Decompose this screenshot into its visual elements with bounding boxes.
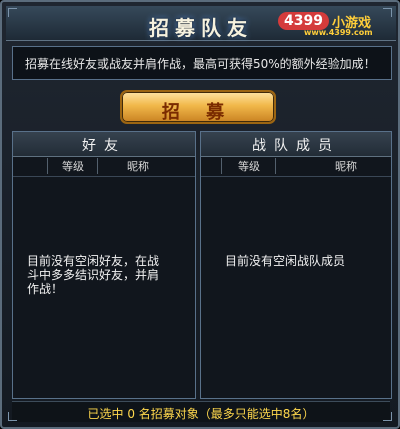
team-header: 等级 昵称	[201, 156, 391, 177]
corner-ornament	[383, 8, 392, 17]
intro-box: 招募在线好友或战友并肩作战，最高可获得50%的额外经验加成！	[12, 46, 392, 80]
team-tab[interactable]: 战队成员	[201, 132, 391, 157]
team-panel: 战队成员 等级 昵称 目前没有空闲战队成员	[200, 131, 392, 399]
corner-ornament	[8, 8, 17, 17]
intro-text: 招募在线好友或战友并肩作战，最高可获得50%的额外经验加成！	[25, 57, 376, 71]
recruit-button-label: 招 募	[161, 102, 235, 123]
team-col-nickname: 昵称	[335, 160, 357, 173]
selection-footer: 已选中 0 名招募对象（最多只能选中8名）	[12, 401, 390, 422]
friends-tab-title: 好友	[82, 138, 126, 154]
header-separator	[275, 158, 276, 174]
team-empty-message: 目前没有空闲战队成员	[225, 254, 346, 268]
selection-count-text: 已选中 0 名招募对象（最多只能选中8名）	[87, 407, 315, 421]
team-col-level: 等级	[238, 160, 260, 173]
team-tab-title: 战队成员	[252, 138, 340, 154]
recruit-button[interactable]: 招 募	[120, 90, 276, 124]
corner-ornament	[8, 412, 17, 421]
friends-header: 等级 昵称	[13, 156, 195, 177]
friends-panel: 好友 等级 昵称 目前没有空闲好友，在战斗中多多结识好友，并肩作战！	[12, 131, 196, 399]
corner-ornament	[383, 412, 392, 421]
friends-col-nickname: 昵称	[127, 160, 149, 173]
friends-col-level: 等级	[62, 160, 84, 173]
brand-logo-url: www.4399.com	[304, 28, 373, 37]
recruit-teammates-window: 招募队友 4399 小游戏 www.4399.com 招募在线好友或战友并肩作战…	[0, 0, 400, 429]
friends-tab[interactable]: 好友	[13, 132, 195, 157]
header-separator	[47, 158, 48, 174]
header-separator	[221, 158, 222, 174]
title-bar: 招募队友 4399 小游戏 www.4399.com	[6, 6, 396, 41]
friends-empty-message: 目前没有空闲好友，在战斗中多多结识好友，并肩作战！	[27, 254, 160, 296]
brand-logo: 4399 小游戏 www.4399.com	[278, 12, 388, 40]
header-separator	[97, 158, 98, 174]
